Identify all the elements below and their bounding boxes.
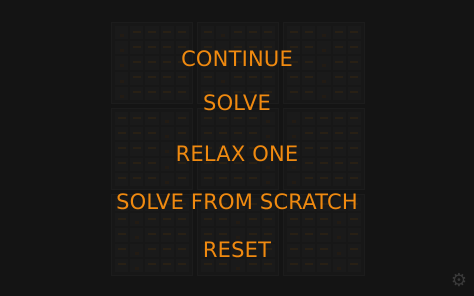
solve-button[interactable]: SOLVE <box>0 90 474 116</box>
pause-menu: CONTINUE SOLVE RELAX ONE SOLVE FROM SCRA… <box>0 0 474 296</box>
gear-icon[interactable]: ⚙ <box>450 272 468 290</box>
solve-from-scratch-button[interactable]: SOLVE FROM SCRATCH <box>0 189 474 215</box>
relax-one-button[interactable]: RELAX ONE <box>0 141 474 167</box>
reset-button[interactable]: RESET <box>0 237 474 263</box>
game-screen: CONTINUE SOLVE RELAX ONE SOLVE FROM SCRA… <box>0 0 474 296</box>
continue-button[interactable]: CONTINUE <box>0 46 474 72</box>
